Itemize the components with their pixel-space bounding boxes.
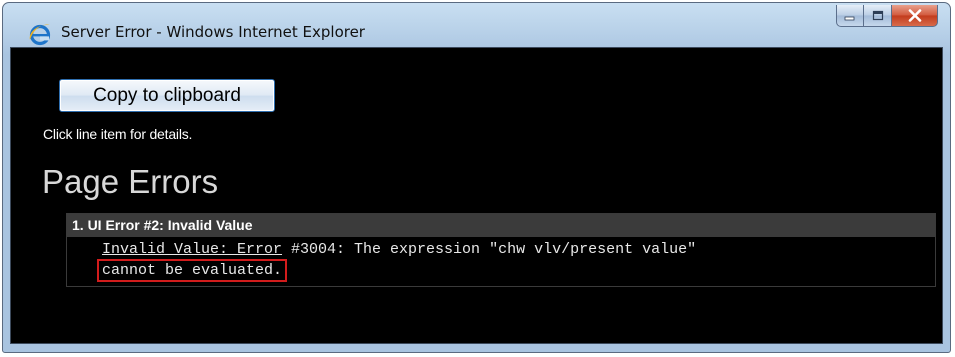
maximize-button[interactable] — [864, 5, 892, 27]
minimize-icon — [844, 16, 855, 20]
hint-text: Click line item for details. — [43, 126, 193, 142]
error-message: Invalid Value: Error #3004: The expressi… — [67, 237, 935, 282]
copy-to-clipboard-button[interactable]: Copy to clipboard — [59, 79, 275, 112]
error-message-line-1: Invalid Value: Error #3004: The expressi… — [102, 240, 935, 259]
close-icon — [908, 9, 921, 22]
error-type-link[interactable]: Invalid Value: Error — [102, 241, 282, 258]
error-header[interactable]: 1. UI Error #2: Invalid Value — [67, 214, 935, 237]
window-title: Server Error - Windows Internet Explorer — [61, 23, 365, 41]
maximize-icon — [872, 10, 883, 20]
browser-window: Server Error - Windows Internet Explorer — [2, 2, 951, 353]
error-line-item[interactable]: 1. UI Error #2: Invalid Value Invalid Va… — [66, 213, 936, 287]
page-content: Copy to clipboard Click line item for de… — [10, 47, 943, 344]
window-controls — [836, 5, 938, 27]
minimize-button[interactable] — [836, 5, 864, 27]
highlighted-error-text: cannot be evaluated. — [97, 259, 288, 282]
close-button[interactable] — [892, 5, 938, 27]
page-title: Page Errors — [42, 163, 219, 200]
title-bar[interactable]: Server Error - Windows Internet Explorer — [3, 3, 950, 47]
error-message-line-2: cannot be evaluated. — [97, 259, 935, 282]
internet-explorer-icon — [29, 24, 51, 46]
error-message-text: #3004: The expression "chw vlv/present v… — [282, 241, 697, 258]
